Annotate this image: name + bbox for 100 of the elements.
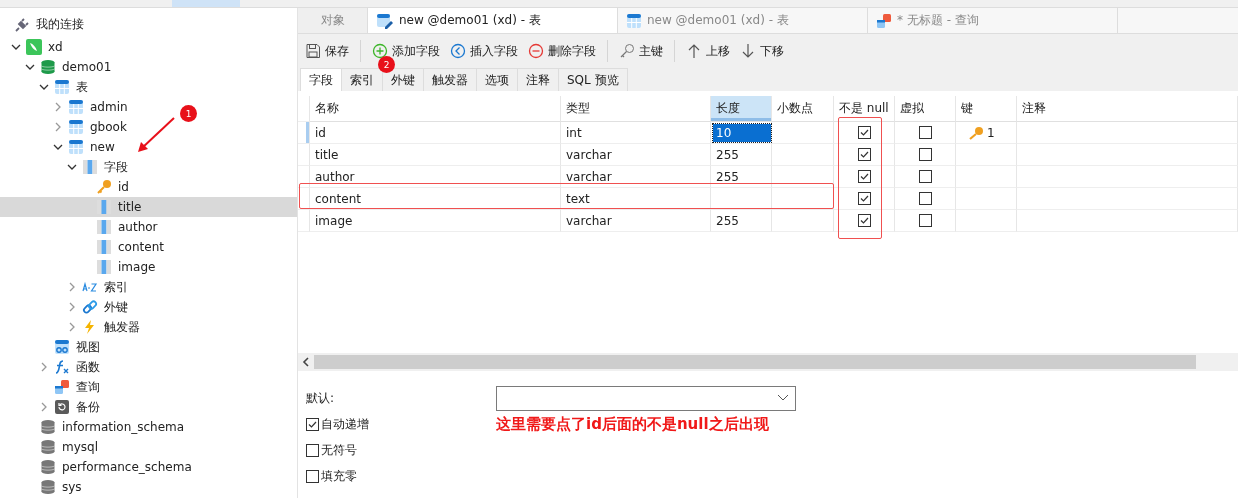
backup-icon	[54, 399, 70, 415]
tree-item[interactable]: xd	[0, 37, 69, 57]
tree-item[interactable]: 触发器	[0, 317, 146, 337]
chevron-down-icon	[777, 394, 789, 402]
column-header[interactable]: 不是 null	[834, 96, 895, 122]
checkbox[interactable]	[857, 192, 871, 205]
connection-icon	[26, 39, 42, 55]
view-icon	[54, 339, 70, 355]
length-value[interactable]: 10	[713, 123, 771, 142]
checkbox[interactable]	[918, 170, 932, 183]
annotation-badge: 1	[180, 105, 197, 122]
tree-item[interactable]: information_schema	[0, 417, 191, 437]
table-icon	[68, 139, 84, 155]
toolbar-button[interactable]: 主键	[616, 40, 666, 62]
plus-icon	[372, 43, 388, 59]
toolbar-button[interactable]: 下移	[737, 40, 787, 62]
column-header[interactable]: 名称	[310, 96, 561, 122]
tree-item[interactable]: 函数	[0, 357, 106, 377]
arrow-up-icon	[686, 43, 702, 59]
connections-header: 我的连接	[36, 16, 84, 33]
table-cell: varchar	[561, 166, 711, 188]
table-cell: image	[310, 210, 561, 232]
tree-item[interactable]: 视图	[0, 337, 106, 357]
tree-item[interactable]: 备份	[0, 397, 106, 417]
toolbar-button[interactable]: 删除字段	[525, 40, 599, 62]
table-icon	[68, 119, 84, 135]
tree-item[interactable]: 查询	[0, 377, 106, 397]
checkbox[interactable]	[857, 126, 871, 139]
toolbar-button[interactable]: 上移	[683, 40, 733, 62]
length-value[interactable]: 255	[713, 167, 771, 186]
tree-item[interactable]: admin	[0, 97, 134, 117]
scrollbar-thumb[interactable]	[314, 355, 1196, 369]
tree-item[interactable]: author	[0, 217, 164, 237]
database-icon	[40, 59, 56, 75]
table-icon	[54, 79, 70, 95]
tree-item[interactable]: image	[0, 257, 162, 277]
key-icon	[968, 125, 984, 140]
function-icon	[54, 359, 70, 375]
tree-item[interactable]: new	[0, 137, 121, 157]
column-header[interactable]: 注释	[1017, 96, 1238, 122]
database-icon	[40, 439, 56, 455]
checkbox[interactable]	[918, 126, 932, 139]
checkbox[interactable]	[857, 170, 871, 183]
column-header[interactable]: 类型	[561, 96, 711, 122]
toolbar-button[interactable]: 保存	[302, 40, 352, 62]
arrow-down-icon	[740, 43, 756, 59]
checkbox[interactable]	[306, 443, 319, 457]
table-cell: content	[310, 188, 561, 210]
tree-item[interactable]: 索引	[0, 277, 134, 297]
table-edit-icon	[376, 12, 394, 29]
column-header[interactable]: 小数点	[772, 96, 834, 122]
tree-item[interactable]: mysql	[0, 437, 104, 457]
link-icon	[82, 299, 98, 315]
checkbox[interactable]	[306, 469, 319, 483]
checkbox-label: 无符号	[321, 441, 357, 459]
tree-item[interactable]: 外键	[0, 297, 134, 317]
checkbox[interactable]	[918, 192, 932, 205]
tree-item[interactable]: performance_schema	[0, 457, 198, 477]
tree-item[interactable]: sys	[0, 477, 88, 497]
toolbar-button[interactable]: 插入字段	[447, 40, 521, 62]
tree-item[interactable]: gbook	[0, 117, 133, 137]
database-icon	[40, 419, 56, 435]
table-cell: title	[310, 144, 561, 166]
tree-item[interactable]: title	[0, 197, 297, 217]
subtab[interactable]: SQL 预览	[558, 68, 628, 91]
tree-item[interactable]: 字段	[0, 157, 134, 177]
save-icon	[305, 43, 321, 59]
column-icon	[96, 219, 112, 235]
table-icon	[626, 12, 642, 29]
default-select[interactable]	[496, 385, 796, 411]
annotation-note: 这里需要点了id后面的不是null之后出现	[496, 415, 770, 434]
key-icon	[96, 179, 112, 195]
table-cell: text	[561, 188, 711, 210]
tree-item[interactable]: id	[0, 177, 135, 197]
column-header[interactable]: 长度	[711, 96, 772, 122]
tree-item[interactable]: demo01	[0, 57, 118, 77]
tree-item[interactable]: 表	[0, 77, 94, 97]
table-cell: id	[310, 122, 561, 144]
column-header[interactable]: 键	[956, 96, 1017, 122]
plug-icon	[14, 16, 30, 33]
table-cell: varchar	[561, 210, 711, 232]
default-label: 默认:	[306, 389, 336, 407]
key-icon	[619, 43, 635, 59]
column-icon	[96, 259, 112, 275]
annotation-arrow	[136, 116, 176, 154]
column-header[interactable]: 虚拟	[895, 96, 956, 122]
length-value[interactable]: 255	[713, 211, 771, 230]
checkbox[interactable]	[857, 214, 871, 227]
subtab[interactable]: 字段	[300, 68, 342, 91]
checkbox[interactable]	[918, 214, 932, 227]
checkbox[interactable]	[918, 148, 932, 161]
length-value[interactable]: 255	[713, 145, 771, 164]
key-number: 1	[987, 125, 995, 140]
editor-tab[interactable]: new @demo01 (xd) - 表	[368, 8, 618, 33]
tree-item[interactable]: content	[0, 237, 170, 257]
checkbox[interactable]	[306, 417, 319, 431]
database-icon	[40, 459, 56, 475]
column-icon	[96, 239, 112, 255]
checkbox[interactable]	[857, 148, 871, 161]
checkbox-label: 自动递增	[321, 415, 369, 433]
